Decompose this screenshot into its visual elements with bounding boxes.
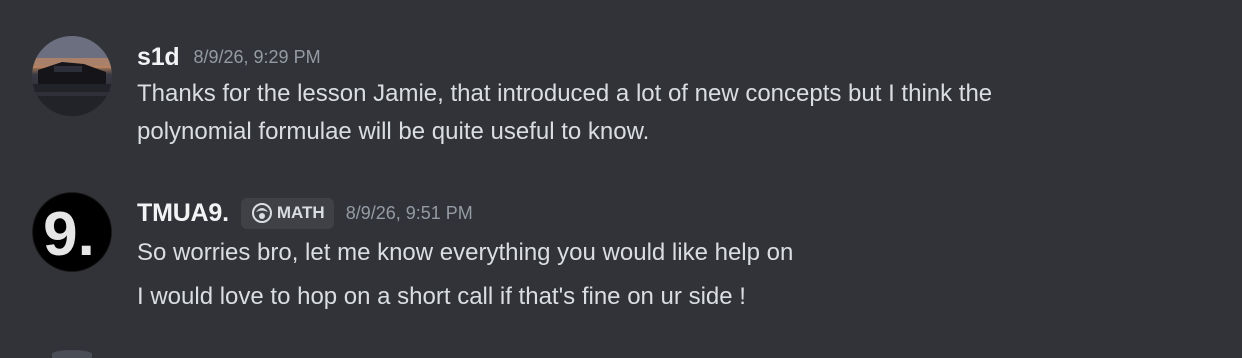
message-content: s1d 8/9/26, 9:29 PM Thanks for the lesso…	[137, 42, 1222, 151]
avatar[interactable]	[32, 36, 112, 116]
message-text-line: I would love to hop on a short call if t…	[137, 283, 746, 310]
chat-message-list: s1d 8/9/26, 9:29 PM Thanks for the lesso…	[0, 0, 1242, 358]
server-tag-badge[interactable]: MATH	[240, 197, 334, 229]
avatar[interactable]: 9.	[32, 192, 112, 272]
timestamp[interactable]: 8/9/26, 9:51 PM	[346, 203, 473, 224]
message-content: TMUA9. MATH 8/9/26, 9:51 PM So worries b…	[137, 197, 1222, 319]
message-body: Thanks for the lesson Jamie, that introd…	[137, 75, 1222, 151]
car-photo-icon	[32, 36, 112, 116]
message-text-line: Thanks for the lesson Jamie, that introd…	[137, 80, 993, 107]
avatar[interactable]	[52, 350, 92, 358]
timestamp[interactable]: 8/9/26, 9:29 PM	[193, 47, 320, 68]
username[interactable]: TMUA9.	[137, 199, 229, 228]
message-text-line: So worries bro, let me know everything y…	[137, 239, 794, 266]
avatar-text: 9.	[43, 200, 95, 269]
server-tag-icon	[251, 202, 273, 224]
message-body: So worries bro, let me know everything y…	[137, 231, 1222, 319]
server-tag-label: MATH	[276, 203, 325, 222]
username[interactable]: s1d	[137, 43, 180, 72]
nine-logo-icon: 9.	[34, 194, 111, 271]
message-text-line: polynomial formulae will be quite useful…	[137, 118, 650, 145]
message-header: s1d 8/9/26, 9:29 PM	[137, 42, 1222, 72]
message-header: TMUA9. MATH 8/9/26, 9:51 PM	[137, 197, 1222, 229]
